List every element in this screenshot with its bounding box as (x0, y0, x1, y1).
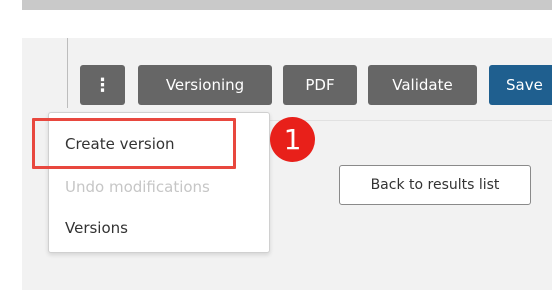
back-to-results-button[interactable]: Back to results list (339, 165, 531, 205)
step-number-badge: 1 (270, 117, 315, 162)
menu-item-versions[interactable]: Versions (65, 219, 128, 237)
more-vertical-icon: ⋮ (93, 74, 112, 96)
highlight-annotation (32, 118, 236, 169)
pdf-button[interactable]: PDF (283, 65, 357, 105)
more-options-button[interactable]: ⋮ (80, 65, 125, 105)
save-button[interactable]: Save (489, 65, 552, 105)
top-border-bar (22, 0, 552, 10)
validate-button[interactable]: Validate (368, 65, 477, 105)
panel-divider (67, 38, 68, 108)
menu-item-undo-modifications: Undo modifications (65, 178, 210, 196)
versioning-button[interactable]: Versioning (138, 65, 272, 105)
